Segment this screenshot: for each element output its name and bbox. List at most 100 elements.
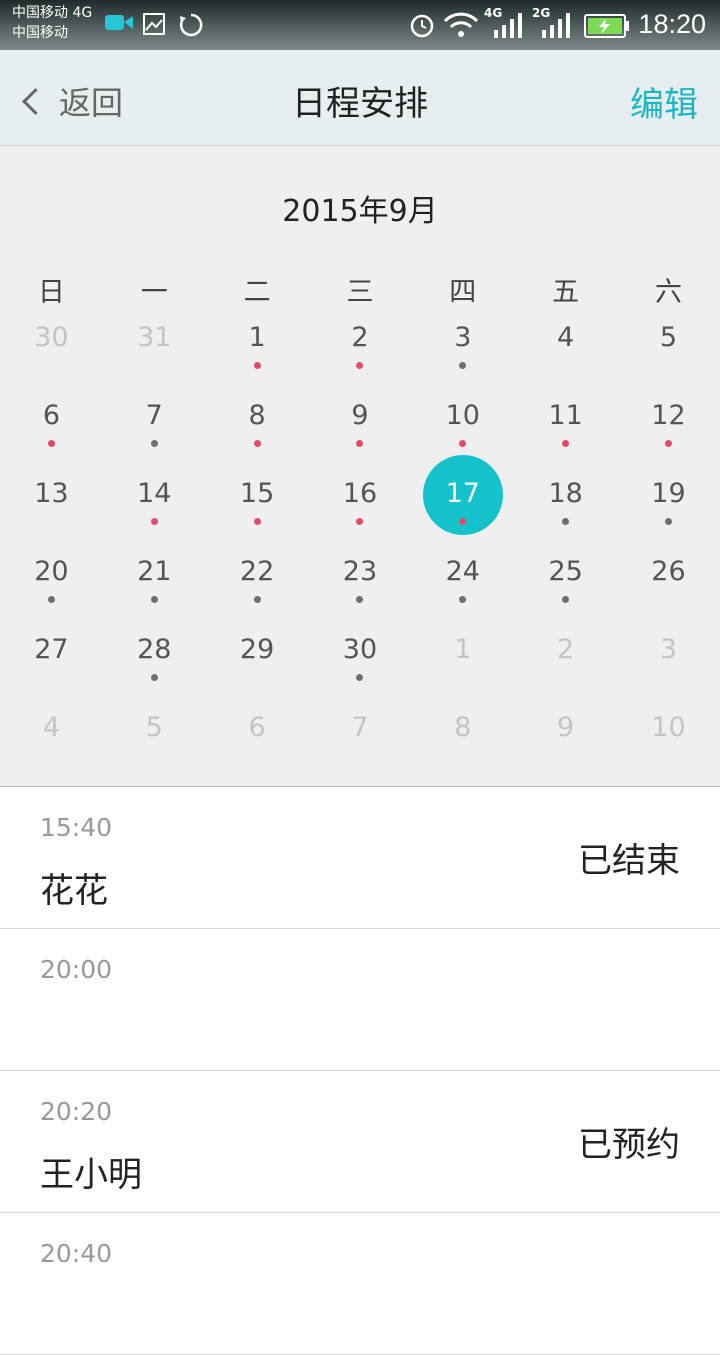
day-number: 30 (342, 634, 378, 665)
calendar-day[interactable]: 29 (206, 630, 309, 708)
calendar-day[interactable]: 24 (411, 552, 514, 630)
calendar-day[interactable]: 8 (411, 708, 514, 786)
schedule-item[interactable]: 20:00 (0, 929, 720, 1071)
calendar-week-row: 20 21 22 23 24 25 26 (0, 552, 720, 630)
battery-charging-icon (584, 14, 629, 38)
calendar-day[interactable]: 25 (514, 552, 617, 630)
day-number: 26 (651, 556, 686, 587)
calendar-day[interactable]: 31 (103, 318, 206, 396)
calendar-week-row: 27 28 29 30 1 2 3 (0, 630, 720, 708)
calendar-day[interactable]: 5 (617, 318, 720, 396)
calendar-day[interactable]: 4 (0, 708, 103, 786)
event-dot-gray (150, 674, 158, 681)
signal-icon-1 (494, 13, 522, 38)
schedule-name: 花花 (40, 871, 108, 911)
weekday-label: 五 (552, 277, 580, 308)
carrier-1: 中国移动 4G (12, 5, 93, 21)
day-number: 3 (454, 322, 472, 353)
event-dot-red (459, 440, 467, 447)
calendar-day[interactable]: 19 (617, 474, 720, 552)
day-number: 10 (445, 400, 480, 431)
day-number: 31 (137, 322, 172, 353)
schedule-time: 20:20 (40, 1097, 113, 1126)
event-dot-gray (150, 596, 158, 603)
event-dot-gray (562, 596, 570, 603)
calendar-day[interactable]: 14 (103, 474, 206, 552)
calendar-day[interactable]: 16 (309, 474, 412, 552)
calendar-day[interactable]: 30 (309, 630, 412, 708)
calendar-day[interactable]: 9 (309, 396, 412, 474)
event-dot-red (356, 518, 364, 525)
event-dot-red (356, 440, 364, 447)
day-number: 19 (651, 478, 686, 509)
calendar-day[interactable]: 26 (617, 552, 720, 630)
day-number: 8 (248, 400, 266, 431)
event-dot-gray (253, 596, 261, 603)
app-header: 返回 日程安排 编辑 (0, 50, 720, 146)
day-number: 30 (34, 322, 69, 353)
calendar-day[interactable]: 21 (103, 552, 206, 630)
calendar-day[interactable]: 27 (0, 630, 103, 708)
event-dot-red (356, 362, 364, 369)
day-number: 6 (248, 712, 266, 743)
calendar-day-selected[interactable]: 17 (411, 455, 514, 552)
calendar-day[interactable]: 6 (0, 396, 103, 474)
carrier-info: 中国移动 4G 中国移动 (12, 3, 92, 43)
calendar-day[interactable]: 2 (514, 630, 617, 708)
event-dot-gray (459, 362, 467, 369)
calendar-day[interactable]: 5 (103, 708, 206, 786)
event-dot-red (253, 518, 261, 525)
calendar-day[interactable]: 13 (0, 474, 103, 552)
event-dot-gray (459, 596, 467, 603)
day-number: 6 (42, 400, 61, 431)
event-dot-gray (664, 518, 672, 525)
schedule-list: 15:40 花花 已结束 20:00 20:20 王小明 已预约 20:40 (0, 787, 720, 1355)
calendar-grid: 30 31 1 2 3 4 5 6 7 8 9 10 11 12 13 14 15 16 17 18 19 20 21 22 2… (0, 318, 720, 786)
calendar-day[interactable]: 28 (103, 630, 206, 708)
event-dot-red (459, 518, 467, 525)
carrier-2: 中国移动 (12, 25, 68, 41)
weekday-label: 日 (37, 277, 65, 308)
calendar-day[interactable]: 23 (309, 552, 412, 630)
event-dot-red (664, 440, 672, 447)
calendar-day[interactable]: 2 (309, 318, 412, 396)
weekday-label: 一 (140, 277, 168, 308)
day-number: 16 (342, 478, 378, 509)
calendar-day[interactable]: 11 (514, 396, 617, 474)
weekday-label: 六 (654, 277, 682, 308)
day-number: 21 (137, 556, 172, 587)
calendar-day[interactable]: 15 (206, 474, 309, 552)
day-number: 9 (351, 400, 369, 431)
schedule-item[interactable]: 15:40 花花 已结束 (0, 787, 720, 929)
calendar-day[interactable]: 22 (206, 552, 309, 630)
calendar-day[interactable]: 1 (411, 630, 514, 708)
schedule-time: 20:00 (40, 955, 113, 984)
calendar-day[interactable]: 3 (617, 630, 720, 708)
calendar-day[interactable]: 1 (206, 318, 309, 396)
calendar-day[interactable]: 7 (309, 708, 412, 786)
event-dot-red (253, 440, 261, 447)
day-number: 8 (454, 712, 472, 743)
event-dot-red (253, 362, 261, 369)
calendar-day[interactable]: 8 (206, 396, 309, 474)
day-number: 1 (248, 322, 266, 353)
schedule-status: 已结束 (578, 841, 680, 881)
calendar-day[interactable]: 12 (617, 396, 720, 474)
calendar-day[interactable]: 6 (206, 708, 309, 786)
calendar-day[interactable]: 30 (0, 318, 103, 396)
calendar-day[interactable]: 7 (103, 396, 206, 474)
weekday-label: 四 (449, 277, 477, 308)
wifi-icon (443, 12, 479, 37)
calendar-day[interactable]: 18 (514, 474, 617, 552)
day-number: 7 (351, 712, 369, 743)
schedule-item[interactable]: 20:40 (0, 1213, 720, 1355)
calendar-day[interactable]: 4 (514, 318, 617, 396)
month-label: 2015年9月 (282, 194, 438, 229)
calendar-day[interactable]: 10 (617, 708, 720, 786)
calendar-day[interactable]: 20 (0, 552, 103, 630)
edit-button[interactable]: 编辑 (630, 77, 698, 126)
calendar-day[interactable]: 3 (411, 318, 514, 396)
schedule-item[interactable]: 20:20 王小明 已预约 (0, 1071, 720, 1213)
calendar-day[interactable]: 9 (514, 708, 617, 786)
schedule-time: 15:40 (40, 813, 113, 842)
